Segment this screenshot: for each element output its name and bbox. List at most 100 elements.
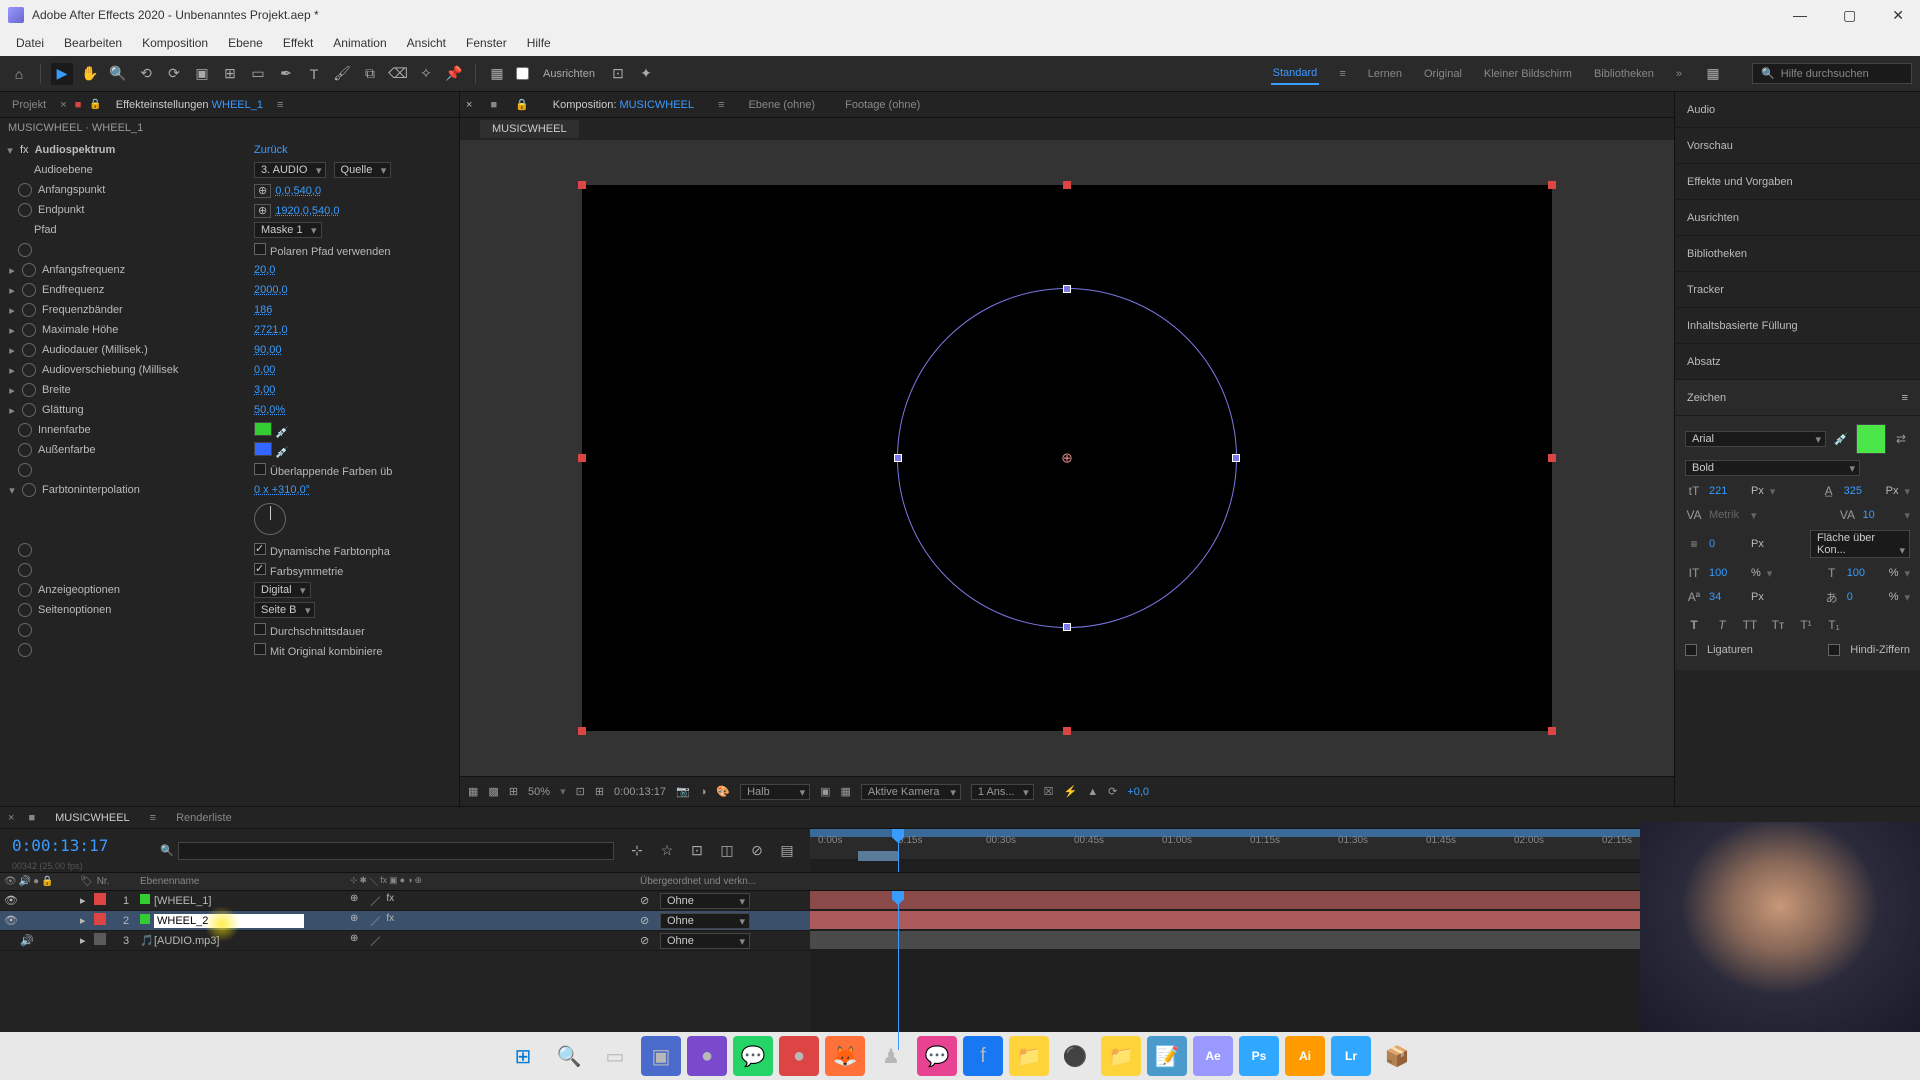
menu-bearbeiten[interactable]: Bearbeiten xyxy=(56,33,130,53)
selection-handle[interactable] xyxy=(578,727,586,735)
menu-hilfe[interactable]: Hilfe xyxy=(519,33,559,53)
startpoint-value[interactable]: 0,0,540,0 xyxy=(275,185,321,197)
dynalpha-checkbox[interactable] xyxy=(254,543,266,555)
puppet-tool-icon[interactable]: 📌 xyxy=(443,63,465,85)
stopwatch-icon[interactable] xyxy=(18,203,32,217)
stopwatch-icon[interactable] xyxy=(18,243,32,257)
menu-komposition[interactable]: Komposition xyxy=(134,33,216,53)
bands-value[interactable]: 186 xyxy=(254,304,272,316)
stopwatch-icon[interactable] xyxy=(22,343,36,357)
fill-stroke-dropdown[interactable]: Fläche über Kon... xyxy=(1810,530,1910,558)
display-dropdown[interactable]: Digital xyxy=(254,582,311,598)
pixel-aspect-icon[interactable]: ☒ xyxy=(1044,785,1054,798)
parent-dropdown[interactable]: Ohne xyxy=(660,913,750,929)
stopwatch-icon[interactable] xyxy=(18,183,32,197)
tab-footage[interactable]: Footage (ohne) xyxy=(839,95,926,115)
startfreq-value[interactable]: 20,0 xyxy=(254,264,275,276)
endfreq-value[interactable]: 2000,0 xyxy=(254,284,288,296)
superscript-button[interactable]: T¹ xyxy=(1797,616,1815,634)
minimize-button[interactable]: — xyxy=(1785,3,1815,28)
camera-dropdown[interactable]: Aktive Kamera xyxy=(861,784,961,800)
firefox-icon[interactable]: 🦊 xyxy=(825,1036,865,1076)
res-icon[interactable]: ⊞ xyxy=(509,785,518,798)
stopwatch-icon[interactable] xyxy=(22,303,36,317)
lock-icon[interactable]: 🔒 xyxy=(89,99,101,110)
timeline-tab-render[interactable]: Renderliste xyxy=(170,808,238,828)
close-button[interactable]: ✕ xyxy=(1884,3,1912,28)
reset-link[interactable]: Zurück xyxy=(254,144,288,156)
stopwatch-icon[interactable] xyxy=(18,423,32,437)
fill-color-swatch[interactable] xyxy=(1856,424,1886,454)
audiodur-value[interactable]: 90,00 xyxy=(254,344,282,356)
audio-toggle-icon[interactable]: 🔊 xyxy=(19,876,31,887)
app-icon[interactable]: ● xyxy=(687,1036,727,1076)
selection-handle[interactable] xyxy=(1548,181,1556,189)
hscale-value[interactable]: 100 xyxy=(1847,567,1883,579)
draft-3d-icon[interactable]: ☆ xyxy=(656,840,678,862)
tab-effect-controls[interactable]: Effekteinstellungen WHEEL_1 xyxy=(110,95,269,115)
layer-name[interactable]: [WHEEL_1] xyxy=(154,895,350,907)
menu-animation[interactable]: Animation xyxy=(325,33,394,53)
time-display[interactable]: 0:00:13:17 xyxy=(614,786,666,798)
panel-audio[interactable]: Audio xyxy=(1675,92,1920,128)
comp-panel-icon[interactable]: × xyxy=(466,99,472,111)
workspace-standard[interactable]: Standard xyxy=(1271,63,1320,85)
smooth-value[interactable]: 50,0% xyxy=(254,404,285,416)
stopwatch-icon[interactable] xyxy=(22,383,36,397)
clone-tool-icon[interactable]: ⧉ xyxy=(359,63,381,85)
extra-icon[interactable]: ✦ xyxy=(635,63,657,85)
stopwatch-icon[interactable] xyxy=(22,283,36,297)
mask-vertex[interactable] xyxy=(1063,623,1071,631)
composite-checkbox[interactable] xyxy=(254,643,266,655)
orbit-tool-icon[interactable]: ⟲ xyxy=(135,63,157,85)
panel-effekte[interactable]: Effekte und Vorgaben xyxy=(1675,164,1920,200)
current-time[interactable]: 0:00:13:17 xyxy=(0,830,160,861)
timeline-tab-comp[interactable]: MUSICWHEEL xyxy=(49,808,136,828)
layer-row[interactable]: 👁🔊 ▸ 3 🎵 [AUDIO.mp3] ⊕／ ⊘ Ohne xyxy=(0,931,810,951)
workspace-lernen[interactable]: Lernen xyxy=(1366,64,1404,84)
pan-behind-tool-icon[interactable]: ⊞ xyxy=(219,63,241,85)
font-weight-dropdown[interactable]: Bold xyxy=(1685,460,1860,476)
polar-checkbox[interactable] xyxy=(254,243,266,255)
stopwatch-icon[interactable] xyxy=(22,363,36,377)
italic-button[interactable]: T xyxy=(1713,616,1731,634)
hue-value[interactable]: 0 x +310,0° xyxy=(254,484,310,496)
work-area-start[interactable] xyxy=(858,851,898,861)
menu-ebene[interactable]: Ebene xyxy=(220,33,271,53)
stopwatch-icon[interactable] xyxy=(22,403,36,417)
selection-tool-icon[interactable]: ▶ xyxy=(51,63,73,85)
guides-icon[interactable]: ⊞ xyxy=(595,785,604,798)
menu-fenster[interactable]: Fenster xyxy=(458,33,515,53)
lock-toggle-icon[interactable]: 🔒 xyxy=(41,876,53,887)
effect-name[interactable]: Audiospektrum xyxy=(33,144,116,156)
selection-handle[interactable] xyxy=(1548,454,1556,462)
panel-absatz[interactable]: Absatz xyxy=(1675,344,1920,380)
tracking-value[interactable]: 10 xyxy=(1862,509,1898,521)
composition-canvas[interactable]: ⊕ xyxy=(582,185,1552,731)
mask-vertex[interactable] xyxy=(1063,285,1071,293)
viewport[interactable]: ⊕ xyxy=(460,140,1674,776)
outer-color-swatch[interactable] xyxy=(254,442,272,456)
path-dropdown[interactable]: Maske 1 xyxy=(254,222,322,238)
stopwatch-icon[interactable] xyxy=(18,643,32,657)
bold-button[interactable]: T xyxy=(1685,616,1703,634)
search-taskbar-icon[interactable]: 🔍 xyxy=(549,1036,589,1076)
workspace-klein[interactable]: Kleiner Bildschirm xyxy=(1482,64,1574,84)
label-icon[interactable]: 🏷 xyxy=(80,876,93,887)
panel-zeichen[interactable]: Zeichen≡ xyxy=(1675,380,1920,416)
task-view-icon[interactable]: ▭ xyxy=(595,1036,635,1076)
overlap-checkbox[interactable] xyxy=(254,463,266,475)
app-icon[interactable]: 📝 xyxy=(1147,1036,1187,1076)
app-icon[interactable]: 📁 xyxy=(1009,1036,1049,1076)
stopwatch-icon[interactable] xyxy=(18,603,32,617)
channel-toggle-icon[interactable]: ◑ xyxy=(700,786,707,798)
avgdur-checkbox[interactable] xyxy=(254,623,266,635)
point-picker-icon[interactable]: ⊕ xyxy=(254,204,271,218)
panel-bibliotheken[interactable]: Bibliotheken xyxy=(1675,236,1920,272)
anchor-point-icon[interactable]: ⊕ xyxy=(1061,450,1073,467)
app-icon[interactable]: 💬 xyxy=(917,1036,957,1076)
mag-icon[interactable]: ▦ xyxy=(468,785,478,798)
resolution-dropdown[interactable]: Halb xyxy=(740,784,810,800)
snap-icon[interactable]: ▦ xyxy=(486,63,508,85)
ligatures-checkbox[interactable] xyxy=(1685,644,1697,656)
